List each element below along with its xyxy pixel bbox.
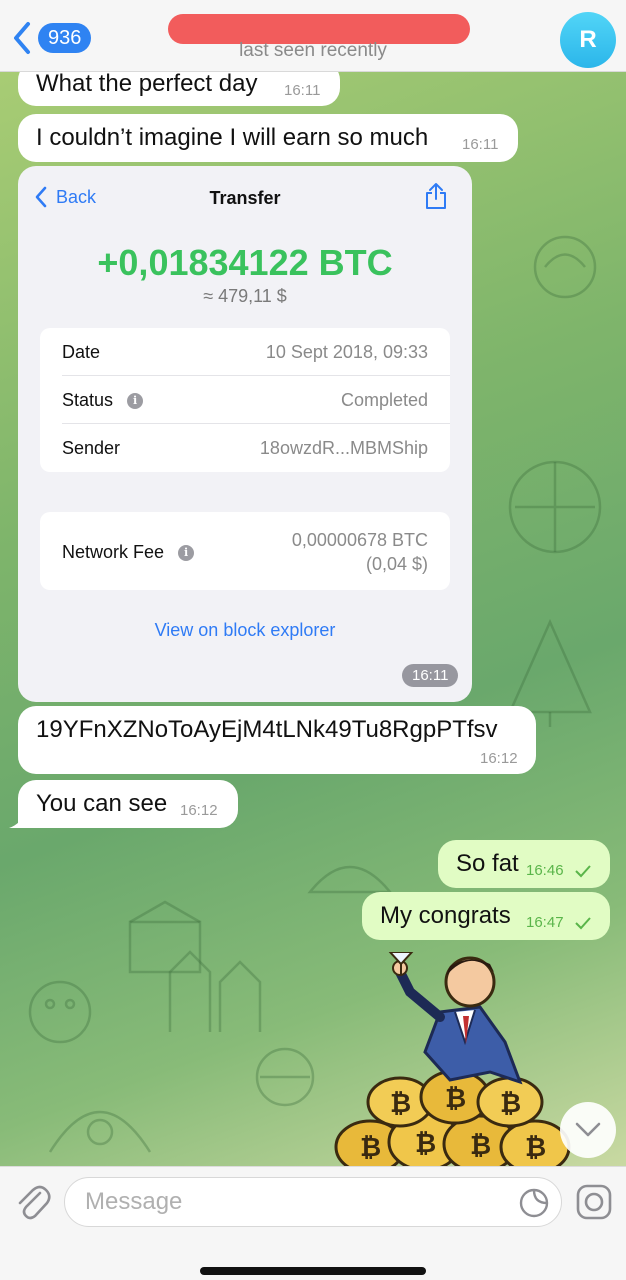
message-text: You can see xyxy=(36,790,168,817)
last-seen-status: last seen recently xyxy=(239,40,387,61)
detail-label: Sender xyxy=(62,438,121,458)
message-composer xyxy=(0,1166,626,1280)
detail-label: Date xyxy=(62,342,101,362)
info-icon: i xyxy=(178,544,195,561)
message-time: 16:47 xyxy=(526,914,564,931)
message-time: 16:12 xyxy=(180,802,218,819)
detail-row-status: Status i Completed xyxy=(40,376,450,424)
details-panel: Date 10 Sept 2018, 09:33 Status i Comple… xyxy=(40,328,450,472)
incoming-message[interactable]: What the perfect day 16:11 xyxy=(18,72,340,106)
chat-header: 936 last seen recently R xyxy=(0,0,626,72)
sticker-icon[interactable] xyxy=(518,1187,550,1219)
paperclip-icon[interactable] xyxy=(14,1181,52,1223)
background-doodle-icon xyxy=(255,1047,315,1107)
fee-label: Network Fee xyxy=(62,542,165,562)
svg-text:₿: ₿ xyxy=(445,1083,466,1113)
incoming-message[interactable]: 19YFnXZNoToAyEjM4tLNk49Tu8RgpPTfsv 16:12 xyxy=(18,706,536,774)
svg-text:₿: ₿ xyxy=(525,1132,546,1162)
card-title: Transfer xyxy=(209,188,281,208)
fee-panel: Network Fee i 0,00000678 BTC (0,04 $) xyxy=(40,512,450,590)
background-doodle-icon xyxy=(28,980,92,1044)
scroll-to-bottom-button[interactable] xyxy=(560,1102,616,1158)
camera-icon[interactable] xyxy=(575,1183,613,1221)
bubble-tail xyxy=(9,810,27,828)
detail-value: 18owzdR...MBMShip xyxy=(259,438,428,458)
view-block-explorer-link: View on block explorer xyxy=(154,620,336,640)
detail-label-wrap: Status i xyxy=(62,390,144,411)
svg-text:₿: ₿ xyxy=(470,1130,491,1160)
read-check-icon xyxy=(575,865,591,878)
outgoing-message[interactable]: My congrats 16:47 xyxy=(362,892,610,940)
detail-value: 10 Sept 2018, 09:33 xyxy=(265,342,428,362)
chevron-down-icon xyxy=(575,1122,601,1137)
background-doodle-icon xyxy=(48,1110,152,1153)
background-doodle-icon xyxy=(533,235,597,299)
incoming-message[interactable]: I couldn’t imagine I will earn so much 1… xyxy=(18,114,518,162)
fee-fiat: (0,04 $) xyxy=(365,554,428,574)
detail-value: Completed xyxy=(340,390,428,410)
message-text: My congrats xyxy=(380,902,511,929)
incoming-message[interactable]: You can see 16:12 xyxy=(9,780,238,828)
message-time: 16:11 xyxy=(284,82,321,99)
background-doodle-icon xyxy=(508,460,602,554)
share-icon xyxy=(426,183,446,209)
message-time: 16:11 xyxy=(462,136,499,153)
message-text: So fat xyxy=(456,850,519,877)
transfer-screenshot-image[interactable]: Back Transfer +0,01834122 BTC ≈ 479,11 $… xyxy=(18,166,472,702)
svg-text:₿: ₿ xyxy=(390,1088,411,1118)
detail-row-date: Date 10 Sept 2018, 09:33 xyxy=(40,328,450,376)
message-text: What the perfect day xyxy=(36,72,258,97)
read-check-icon xyxy=(575,917,591,930)
message-time: 16:46 xyxy=(526,862,564,879)
transfer-fiat-value: ≈ 479,11 $ xyxy=(203,286,287,306)
info-icon: i xyxy=(127,392,144,409)
message-input[interactable] xyxy=(64,1177,562,1227)
home-indicator xyxy=(200,1267,426,1275)
contact-avatar[interactable]: R xyxy=(560,12,616,68)
message-time: 16:11 xyxy=(402,664,459,687)
chat-area[interactable]: What the perfect day 16:11 I couldn’t im… xyxy=(0,72,626,1166)
message-text: 19YFnXZNoToAyEjM4tLNk49Tu8RgpPTfsv xyxy=(36,716,498,743)
outgoing-message[interactable]: So fat 16:46 xyxy=(438,840,610,888)
message-text: I couldn’t imagine I will earn so much xyxy=(36,124,429,151)
svg-text:₿: ₿ xyxy=(415,1128,436,1158)
detail-label: Status xyxy=(62,390,114,410)
money-bags-sticker-icon[interactable]: ₿ ₿ ₿ ₿₿ ₿ ₿ xyxy=(330,952,580,1166)
detail-row-sender: Sender 18owzdR...MBMShip xyxy=(40,424,450,472)
background-doodle-icon xyxy=(168,950,262,1032)
fee-btc: 0,00000678 BTC xyxy=(291,530,428,550)
svg-text:₿: ₿ xyxy=(360,1132,381,1162)
fee-label-wrap: Network Fee i xyxy=(62,542,195,563)
message-time: 16:12 xyxy=(480,750,518,767)
svg-text:₿: ₿ xyxy=(500,1088,521,1118)
transfer-amount: +0,01834122 BTC xyxy=(97,242,393,283)
